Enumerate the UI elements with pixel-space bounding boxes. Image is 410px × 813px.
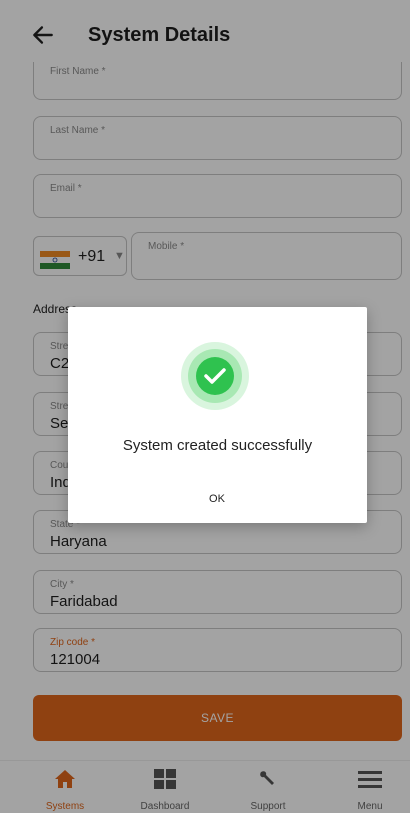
- success-check-icon: [181, 342, 249, 410]
- ok-button[interactable]: OK: [187, 487, 247, 511]
- dialog-message: System created successfully: [122, 437, 313, 454]
- success-dialog: System created successfully OK: [68, 307, 367, 523]
